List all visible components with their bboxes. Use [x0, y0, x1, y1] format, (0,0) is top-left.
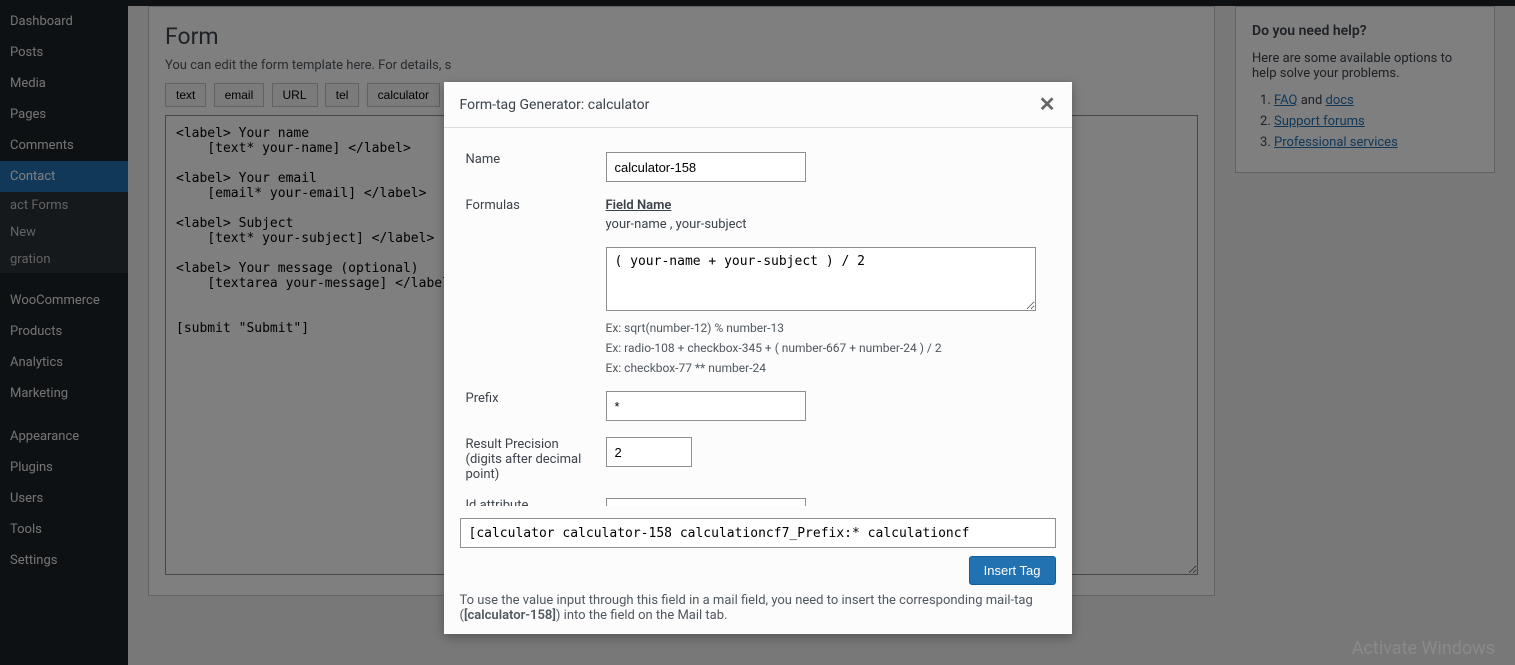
label-precision: Result Precision (digits after decimal p…	[460, 429, 600, 490]
insert-tag-button[interactable]: Insert Tag	[969, 556, 1056, 585]
label-formulas: Formulas	[460, 190, 600, 383]
field-name-heading: Field Name	[606, 198, 672, 213]
name-input[interactable]	[606, 152, 806, 182]
id-input[interactable]	[606, 498, 806, 506]
generated-tag-output[interactable]	[460, 518, 1056, 548]
prefix-input[interactable]	[606, 391, 806, 421]
form-tag-generator-modal: Form-tag Generator: calculator ✕ Name Fo…	[444, 82, 1072, 634]
label-prefix: Prefix	[460, 383, 600, 429]
modal-footer-note: To use the value input through this fiel…	[460, 593, 1056, 623]
formula-ex2: Ex: radio-108 + checkbox-345 + ( number-…	[606, 341, 1050, 355]
precision-input[interactable]	[606, 437, 692, 467]
activate-windows-watermark: Activate Windows	[1352, 638, 1495, 659]
field-hint: your-name , your-subject	[606, 217, 747, 232]
modal-overlay[interactable]: Form-tag Generator: calculator ✕ Name Fo…	[0, 0, 1515, 665]
formula-ex1: Ex: sqrt(number-12) % number-13	[606, 321, 1050, 335]
formula-input[interactable]: ( your-name + your-subject ) / 2	[606, 247, 1036, 311]
modal-title: Form-tag Generator: calculator	[460, 97, 650, 113]
label-name: Name	[460, 144, 600, 190]
label-id: Id attribute	[460, 490, 600, 506]
formula-ex3: Ex: checkbox-77 ** number-24	[606, 361, 1050, 375]
modal-close-button[interactable]: ✕	[1039, 92, 1056, 117]
